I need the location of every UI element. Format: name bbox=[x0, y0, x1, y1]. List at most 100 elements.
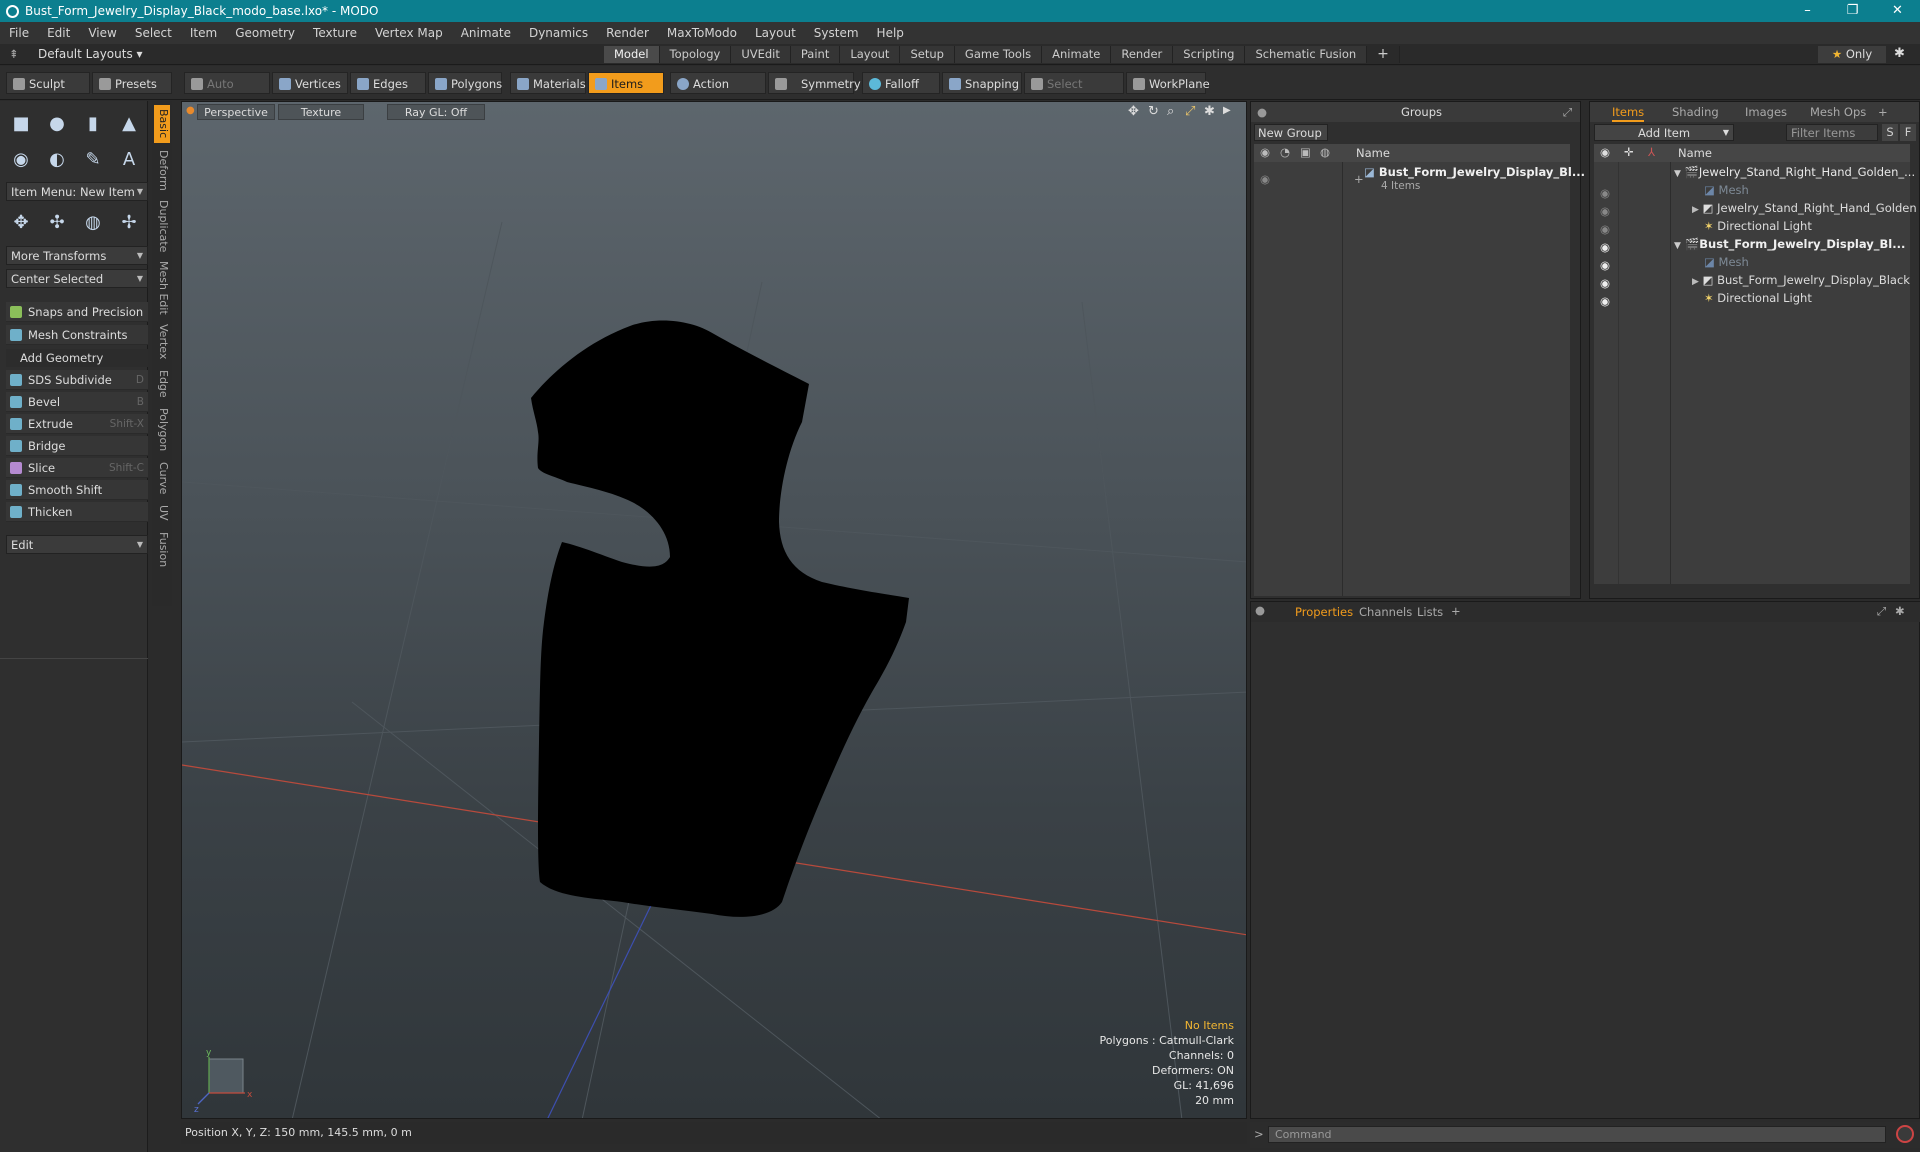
visibility-icon[interactable]: ◉ bbox=[1600, 240, 1610, 254]
minimize-icon[interactable]: – bbox=[1785, 0, 1830, 22]
tab-model[interactable]: Model bbox=[604, 46, 660, 63]
menu-maxtomodo[interactable]: MaxToModo bbox=[658, 22, 746, 44]
mesh-constraints-button[interactable]: Mesh Constraints bbox=[6, 325, 148, 345]
menu-system[interactable]: System bbox=[805, 22, 868, 44]
thicken-button[interactable]: Thicken bbox=[6, 502, 148, 522]
polygons-button[interactable]: Polygons bbox=[428, 72, 502, 94]
sphere-icon[interactable]: ● bbox=[42, 109, 72, 137]
add-tab-icon[interactable]: + bbox=[1451, 604, 1461, 618]
tab-properties[interactable]: Properties bbox=[1295, 605, 1353, 619]
group-expand-icon[interactable]: + bbox=[1354, 172, 1364, 186]
item-row[interactable]: ▶ ◩ Jewelry_Stand_Right_Hand_Golden bbox=[1692, 199, 1917, 217]
menu-texture[interactable]: Texture bbox=[304, 22, 366, 44]
center-selected-dropdown[interactable]: Center Selected bbox=[6, 269, 148, 288]
collapse-icon[interactable]: ▼ bbox=[1674, 169, 1681, 179]
menu-render[interactable]: Render bbox=[597, 22, 658, 44]
select-through-button[interactable]: Select Through bbox=[1024, 72, 1124, 113]
more-transforms-dropdown[interactable]: More Transforms bbox=[6, 246, 148, 265]
menu-select[interactable]: Select bbox=[126, 22, 181, 44]
edit-dropdown[interactable]: Edit bbox=[6, 535, 148, 554]
f-button[interactable]: F bbox=[1900, 124, 1916, 141]
add-item-button[interactable]: Add Item ▼ bbox=[1594, 124, 1734, 141]
light-row[interactable]: ✶ Directional Light bbox=[1704, 289, 1812, 307]
mesh-row[interactable]: ◪ Mesh bbox=[1704, 253, 1749, 271]
vtab-basic[interactable]: Basic bbox=[154, 105, 170, 143]
pen-icon[interactable]: ✎ bbox=[78, 145, 108, 173]
materials-button[interactable]: Materials bbox=[510, 72, 586, 94]
tab-animate[interactable]: Animate bbox=[1042, 46, 1112, 63]
expand-icon[interactable]: ▶ bbox=[1692, 205, 1699, 215]
menu-edit[interactable]: Edit bbox=[38, 22, 79, 44]
menu-animate[interactable]: Animate bbox=[452, 22, 520, 44]
tab-uvedit[interactable]: UVEdit bbox=[731, 46, 791, 63]
vertices-button[interactable]: Vertices 1 bbox=[272, 72, 348, 113]
new-group-button[interactable]: New Group bbox=[1254, 124, 1328, 141]
bridge-button[interactable]: Bridge bbox=[6, 436, 148, 456]
tab-setup[interactable]: Setup bbox=[900, 46, 955, 63]
visibility-icon[interactable]: ◉ bbox=[1600, 294, 1610, 308]
transform-icon[interactable]: ✢ bbox=[114, 208, 144, 236]
mesh-row[interactable]: ◪ Mesh bbox=[1704, 181, 1749, 199]
tab-render[interactable]: Render bbox=[1111, 46, 1174, 63]
vtab-uv[interactable]: UV bbox=[154, 501, 170, 525]
collapse-icon[interactable]: ▼ bbox=[1674, 241, 1681, 251]
expand-icon[interactable]: ⤢ bbox=[1563, 102, 1572, 122]
bevel-button[interactable]: Bevel B bbox=[6, 392, 148, 412]
bust-form-mesh[interactable] bbox=[531, 320, 909, 917]
edges-button[interactable]: Edges 2 bbox=[350, 72, 426, 113]
visibility-icon[interactable]: ◉ bbox=[1600, 186, 1610, 200]
gear-icon[interactable]: ✱ bbox=[1895, 604, 1905, 618]
tab-images[interactable]: Images bbox=[1745, 102, 1787, 122]
cylinder-icon[interactable]: ▮ bbox=[78, 109, 108, 137]
falloff-button[interactable]: Falloff bbox=[862, 72, 940, 94]
panel-menu-icon[interactable]: ● bbox=[1255, 603, 1265, 617]
visibility-icon[interactable]: ◉ bbox=[1600, 276, 1610, 290]
add-tab-icon[interactable]: + bbox=[1878, 102, 1888, 122]
close-icon[interactable]: ✕ bbox=[1875, 0, 1920, 22]
visibility-icon[interactable]: ◉ bbox=[1600, 222, 1610, 236]
sculpt-button[interactable]: Sculpt bbox=[6, 72, 90, 94]
expand-icon[interactable]: ▶ bbox=[1692, 277, 1699, 287]
item-row[interactable]: ▶ ◩ Bust_Form_Jewelry_Display_Black bbox=[1692, 271, 1910, 289]
command-input[interactable]: Command bbox=[1268, 1126, 1886, 1143]
tab-shading[interactable]: Shading bbox=[1672, 102, 1719, 122]
vtab-deform[interactable]: Deform bbox=[154, 147, 170, 193]
menu-layout[interactable]: Layout bbox=[746, 22, 805, 44]
light-row[interactable]: ✶ Directional Light bbox=[1704, 217, 1812, 235]
vtab-mesh-edit[interactable]: Mesh Edit bbox=[154, 259, 170, 317]
smooth-shift-button[interactable]: Smooth Shift bbox=[6, 480, 148, 500]
vtab-fusion[interactable]: Fusion bbox=[154, 529, 170, 571]
menu-file[interactable]: File bbox=[0, 22, 38, 44]
text-icon[interactable]: A bbox=[114, 145, 144, 173]
tab-mesh-ops[interactable]: Mesh Ops bbox=[1810, 102, 1866, 122]
symmetry-button[interactable]: Symmetry bbox=[768, 72, 861, 94]
items-button[interactable]: Items bbox=[588, 72, 664, 94]
group-visibility-icon[interactable]: ◉ bbox=[1260, 172, 1270, 186]
menu-vertex-map[interactable]: Vertex Map bbox=[366, 22, 452, 44]
expand-icon[interactable]: ⤢ bbox=[1877, 604, 1886, 619]
cone-icon[interactable]: ▲ bbox=[114, 109, 144, 137]
menu-view[interactable]: View bbox=[79, 22, 125, 44]
slice-button[interactable]: Slice Shift-C bbox=[6, 458, 148, 478]
tab-paint[interactable]: Paint bbox=[790, 46, 841, 63]
scene-row[interactable]: ▼ 🎬Bust_Form_Jewelry_Display_Bl... bbox=[1674, 235, 1905, 253]
filter-items-input[interactable]: Filter Items bbox=[1786, 124, 1878, 141]
visibility-icon[interactable]: ◉ bbox=[1600, 258, 1610, 272]
rotate-icon[interactable]: ✣ bbox=[42, 208, 72, 236]
tab-channels[interactable]: Channels bbox=[1359, 605, 1412, 619]
presets-button[interactable]: Presets F6 bbox=[92, 72, 172, 113]
s-button[interactable]: S bbox=[1882, 124, 1898, 141]
snaps-and-precision-button[interactable]: Snaps and Precision bbox=[6, 302, 148, 322]
3d-viewport[interactable]: ● Perspective Texture Ray GL: Off ✥ ↻ ⌕ … bbox=[181, 101, 1247, 1119]
default-layouts-dropdown[interactable]: Default Layouts ▾ bbox=[38, 47, 143, 61]
action-center-button[interactable]: Action Center bbox=[670, 72, 766, 113]
extrude-button[interactable]: Extrude Shift-X bbox=[6, 414, 148, 434]
tab-items[interactable]: Items bbox=[1612, 102, 1645, 122]
maximize-icon[interactable]: ❐ bbox=[1830, 0, 1875, 22]
menu-item[interactable]: Item bbox=[181, 22, 226, 44]
capsule-icon[interactable]: ◐ bbox=[42, 145, 72, 173]
vtab-polygon[interactable]: Polygon bbox=[154, 405, 170, 455]
vtab-curve[interactable]: Curve bbox=[154, 459, 170, 497]
scale-icon[interactable]: ◍ bbox=[78, 208, 108, 236]
tab-game-tools[interactable]: Game Tools bbox=[954, 46, 1043, 63]
